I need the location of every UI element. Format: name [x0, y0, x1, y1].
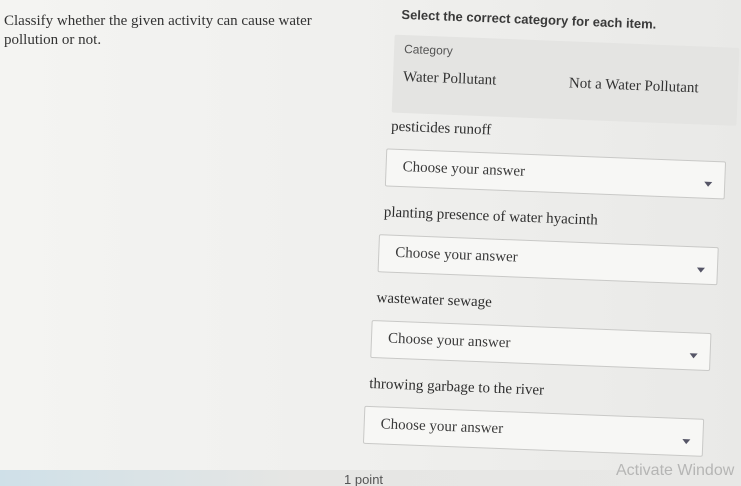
answer-dropdown-3[interactable]: Choose your answer — [370, 319, 712, 372]
answer-dropdown-2[interactable]: Choose your answer — [377, 234, 719, 286]
activate-windows-watermark: Activate Window — [616, 462, 735, 479]
item-label-wastewater-sewage: wastewater sewage — [376, 290, 493, 311]
answer-dropdown-1[interactable]: Choose your answer — [384, 148, 727, 200]
chevron-down-icon — [682, 439, 691, 445]
category-box: Category Water Pollutant Not a Water Pol… — [391, 34, 740, 126]
dropdown-placeholder: Choose your answer — [402, 159, 526, 180]
item-label-water-hyacinth: planting presence of water hyacinth — [383, 204, 599, 229]
category-header: Category — [403, 42, 454, 58]
category-option-not-water-pollutant: Not a Water Pollutant — [568, 75, 699, 97]
chevron-down-icon — [696, 267, 705, 273]
answer-dropdown-4[interactable]: Choose your answer — [362, 405, 705, 457]
chevron-down-icon — [704, 181, 713, 187]
item-label-throwing-garbage: throwing garbage to the river — [368, 375, 545, 399]
page: Classify whether the given activity can … — [0, 0, 741, 486]
chevron-down-icon — [689, 353, 698, 359]
points-label: 1 point — [344, 472, 384, 486]
instruction-text: Select the correct category for each ite… — [401, 6, 657, 32]
dropdown-placeholder: Choose your answer — [380, 416, 504, 438]
answer-panel: Select the correct category for each ite… — [359, 0, 740, 486]
item-label-pesticides-runoff: pesticides runoff — [390, 118, 492, 139]
question-text: Classify whether the given activity can … — [4, 13, 312, 48]
category-option-water-pollutant: Water Pollutant — [402, 69, 497, 89]
dropdown-placeholder: Choose your answer — [394, 244, 519, 266]
dropdown-placeholder: Choose your answer — [387, 330, 511, 352]
